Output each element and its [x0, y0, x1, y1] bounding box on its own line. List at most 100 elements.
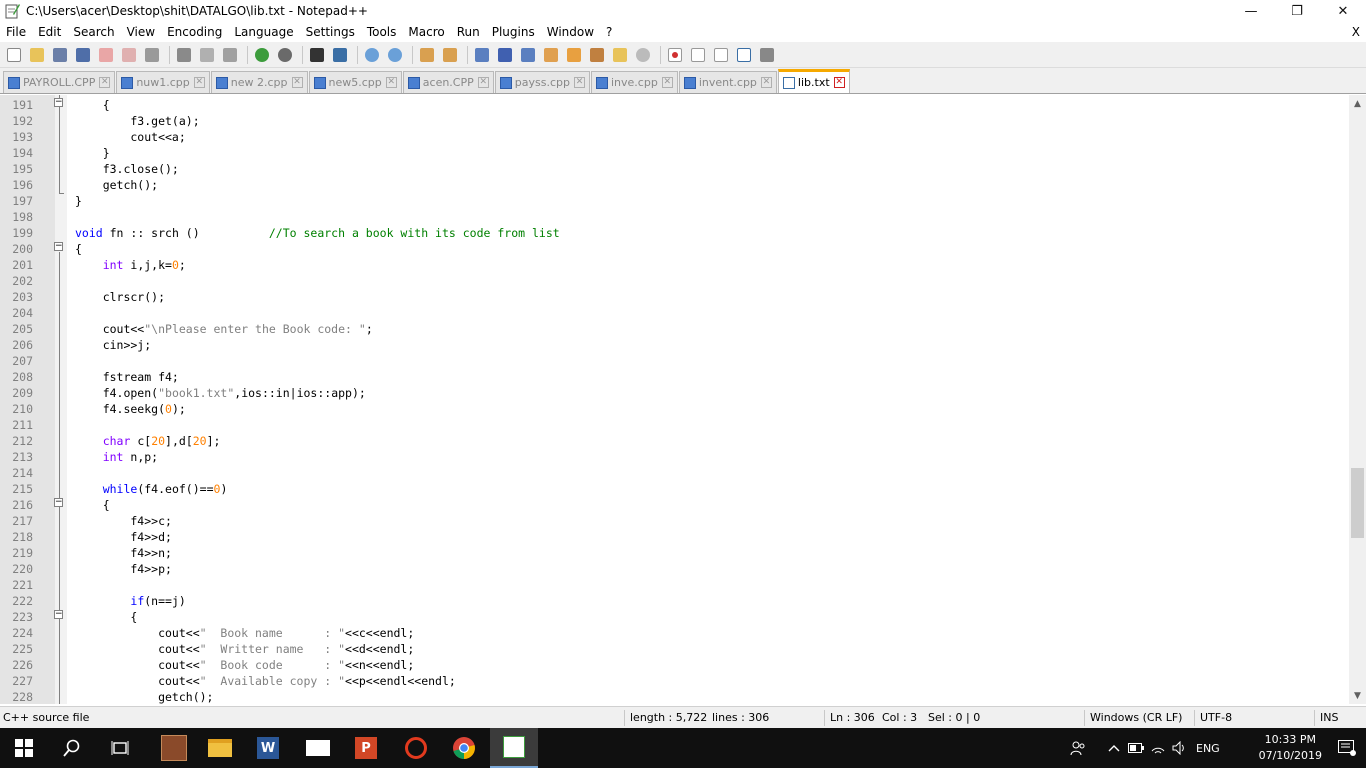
minimize-button[interactable]: — — [1228, 0, 1274, 22]
notepadpp-taskbar-icon[interactable] — [490, 728, 538, 768]
code-line[interactable]: 214 — [0, 465, 1344, 481]
open-file-icon[interactable] — [27, 45, 47, 65]
save-macro-icon[interactable] — [757, 45, 777, 65]
code-line[interactable]: 227 cout<<" Available copy : "<<p<<endl<… — [0, 673, 1344, 689]
tab-new-2-cpp[interactable]: new 2.cpp ✕ — [210, 71, 308, 93]
code-line[interactable]: 210 f4.seekg(0); — [0, 401, 1344, 417]
close-all-icon[interactable] — [119, 45, 139, 65]
code-line[interactable]: 200 { — [0, 241, 1344, 257]
code-line[interactable]: 207 — [0, 353, 1344, 369]
code-line[interactable]: 211 — [0, 417, 1344, 433]
file-explorer-icon[interactable] — [196, 728, 244, 768]
code-line[interactable]: 225 cout<<" Writter name : "<<d<<endl; — [0, 641, 1344, 657]
menu-run[interactable]: Run — [451, 22, 486, 42]
tab-close-icon[interactable]: ✕ — [193, 77, 205, 88]
run-macro-multiple-icon[interactable] — [734, 45, 754, 65]
copy-icon[interactable] — [197, 45, 217, 65]
tab-close-icon[interactable]: ✕ — [99, 77, 111, 88]
scroll-up-icon[interactable]: ▲ — [1349, 95, 1366, 112]
game-app-icon[interactable] — [150, 728, 198, 768]
show-hidden-icons-chevron-up-icon[interactable] — [1108, 728, 1120, 768]
input-language[interactable]: ENG — [1196, 728, 1220, 768]
cut-icon[interactable] — [174, 45, 194, 65]
menu-file[interactable]: File — [0, 22, 32, 42]
code-editor[interactable]: 191 {192 f3.get(a); 193 cout<<a; 194 } 195 … — [0, 95, 1366, 704]
code-line[interactable]: 205 cout<<"\nPlease enter the Book code:… — [0, 321, 1344, 337]
stop-macro-icon[interactable] — [688, 45, 708, 65]
monitoring-icon[interactable] — [633, 45, 653, 65]
code-line[interactable]: 204 — [0, 305, 1344, 321]
scroll-down-icon[interactable]: ▼ — [1349, 687, 1366, 704]
code-line[interactable]: 198 — [0, 209, 1344, 225]
fold-collapse-icon[interactable]: − — [54, 98, 63, 107]
menu-edit[interactable]: Edit — [32, 22, 67, 42]
code-line[interactable]: 216 { — [0, 497, 1344, 513]
code-line[interactable]: 220 f4>>p; — [0, 561, 1344, 577]
menu-help[interactable]: ? — [600, 22, 618, 42]
garena-icon[interactable] — [392, 728, 440, 768]
tab-close-icon[interactable]: ✕ — [477, 77, 489, 88]
close-button[interactable]: ✕ — [1320, 0, 1366, 22]
code-line[interactable]: 192 f3.get(a); — [0, 113, 1344, 129]
people-icon[interactable] — [1070, 728, 1086, 768]
sync-horizontal-icon[interactable] — [440, 45, 460, 65]
fold-collapse-icon[interactable]: − — [54, 242, 63, 251]
tab-close-icon[interactable]: ✕ — [661, 77, 673, 88]
menu-window[interactable]: Window — [541, 22, 600, 42]
paste-icon[interactable] — [220, 45, 240, 65]
tab-nuw1-cpp[interactable]: nuw1.cpp ✕ — [116, 71, 210, 93]
fold-collapse-icon[interactable]: − — [54, 498, 63, 507]
record-macro-icon[interactable] — [665, 45, 685, 65]
tab-payroll-cpp[interactable]: PAYROLL.CPP ✕ — [3, 71, 116, 93]
scrollbar-thumb[interactable] — [1351, 468, 1364, 538]
tab-inve-cpp[interactable]: inve.cpp ✕ — [590, 71, 678, 93]
sync-vertical-icon[interactable] — [417, 45, 437, 65]
code-line[interactable]: 195 f3.close(); — [0, 161, 1344, 177]
battery-icon[interactable] — [1128, 728, 1144, 768]
menu-plugins[interactable]: Plugins — [486, 22, 541, 42]
wifi-icon[interactable] — [1150, 728, 1166, 768]
volume-icon[interactable] — [1172, 728, 1188, 768]
user-language-icon[interactable] — [541, 45, 561, 65]
tab-payss-cpp[interactable]: payss.cpp ✕ — [494, 71, 590, 93]
menu-search[interactable]: Search — [67, 22, 120, 42]
tab-acen-cpp[interactable]: acen.CPP ✕ — [402, 71, 494, 93]
menu-encoding[interactable]: Encoding — [161, 22, 228, 42]
code-line[interactable]: 222 if(n==j) — [0, 593, 1344, 609]
start-windows-icon[interactable] — [0, 728, 48, 768]
code-line[interactable]: 203 clrscr(); — [0, 289, 1344, 305]
save-icon[interactable] — [50, 45, 70, 65]
code-line[interactable]: 202 — [0, 273, 1344, 289]
code-line[interactable]: 209 f4.open("book1.txt",ios::in|ios::app… — [0, 385, 1344, 401]
menu-macro[interactable]: Macro — [402, 22, 450, 42]
redo-icon[interactable] — [275, 45, 295, 65]
fold-collapse-icon[interactable]: − — [54, 610, 63, 619]
tab-new5-cpp[interactable]: new5.cpp ✕ — [308, 71, 402, 93]
search-icon[interactable] — [48, 728, 96, 768]
code-line[interactable]: 194 } — [0, 145, 1344, 161]
notifications-icon[interactable] — [1338, 728, 1356, 768]
menu-view[interactable]: View — [121, 22, 161, 42]
tab-close-icon[interactable]: ✕ — [573, 77, 585, 88]
menu-settings[interactable]: Settings — [300, 22, 361, 42]
clock[interactable]: 10:33 PM 07/10/2019 — [1259, 732, 1322, 764]
code-line[interactable]: 228 getch(); — [0, 689, 1344, 704]
code-line[interactable]: 219 f4>>n; — [0, 545, 1344, 561]
tab-invent-cpp[interactable]: invent.cpp ✕ — [678, 71, 777, 93]
code-line[interactable]: 224 cout<<" Book name : "<<c<<endl; — [0, 625, 1344, 641]
code-line[interactable]: 213 int n,p; — [0, 449, 1344, 465]
function-list-icon[interactable] — [587, 45, 607, 65]
zoom-out-icon[interactable] — [385, 45, 405, 65]
code-line[interactable]: 196 getch(); — [0, 177, 1344, 193]
task-view-icon[interactable] — [96, 728, 144, 768]
chrome-icon[interactable] — [440, 728, 488, 768]
code-line[interactable]: 199 void fn :: srch () //To search a book… — [0, 225, 1344, 241]
powerpoint-icon[interactable]: P — [342, 728, 390, 768]
menu-language[interactable]: Language — [228, 22, 299, 42]
word-icon[interactable]: W — [244, 728, 292, 768]
tab-close-icon[interactable]: ✕ — [760, 77, 772, 88]
vertical-scrollbar[interactable]: ▲ ▼ — [1349, 95, 1366, 704]
tab-close-icon[interactable]: ✕ — [385, 77, 397, 88]
print-icon[interactable] — [142, 45, 162, 65]
close-file-icon[interactable] — [96, 45, 116, 65]
